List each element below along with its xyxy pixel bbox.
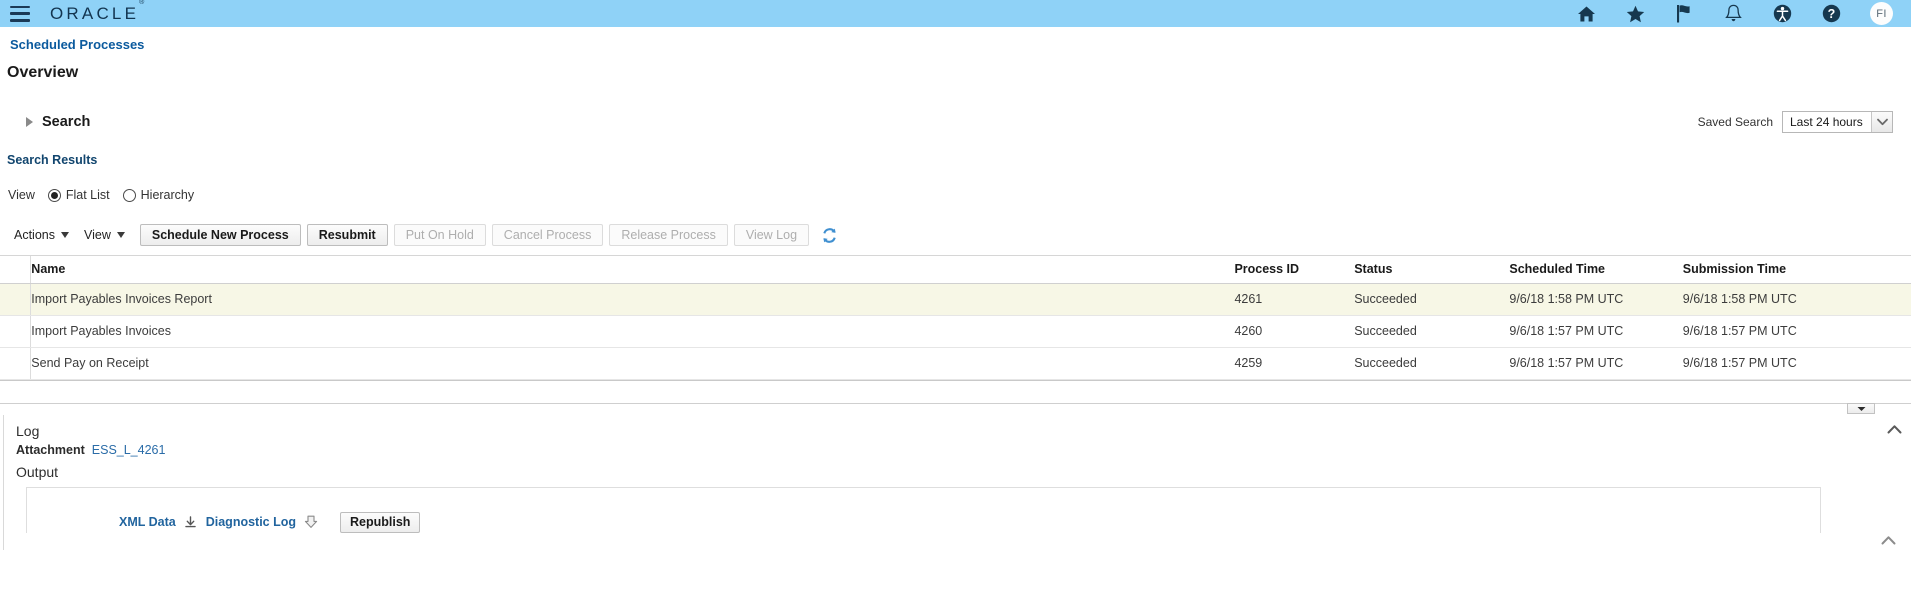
cell-scheduled-time: 9/6/18 1:57 PM UTC	[1509, 315, 1683, 348]
actions-menu[interactable]: Actions	[8, 224, 78, 246]
log-section-title: Log	[16, 423, 40, 439]
cell-name: Import Payables Invoices	[30, 315, 1235, 348]
oracle-logo-text: ORACLE	[50, 4, 140, 23]
favorites-star-icon[interactable]	[1625, 4, 1645, 24]
home-icon[interactable]	[1576, 4, 1596, 24]
view-menu[interactable]: View	[78, 224, 134, 246]
hamburger-menu-icon[interactable]	[10, 5, 30, 22]
notifications-bell-icon[interactable]	[1723, 4, 1743, 24]
help-icon[interactable]: ?	[1821, 4, 1841, 24]
search-disclosure-triangle-icon[interactable]	[26, 117, 33, 127]
global-header: ORACLE® ? FI	[0, 0, 1911, 27]
download-icon[interactable]	[304, 515, 318, 529]
scroll-up-outer-icon[interactable]	[1885, 419, 1903, 439]
saved-search-select[interactable]: Last 24 hours	[1782, 111, 1893, 133]
view-mode-group: View Flat List Hierarchy	[8, 188, 1911, 202]
search-results-table: Name Process ID Status Scheduled Time Su…	[0, 255, 1911, 381]
splitter-collapse-button[interactable]	[1847, 403, 1875, 414]
row-gutter	[0, 347, 32, 380]
view-menu-label: View	[84, 228, 111, 242]
xml-data-link[interactable]: XML Data	[119, 515, 176, 529]
radio-hierarchy-indicator[interactable]	[122, 188, 136, 202]
radio-flat-list-label: Flat List	[65, 188, 110, 202]
attachment-link[interactable]: ESS_L_4261	[92, 443, 166, 457]
release-process-button: Release Process	[609, 224, 728, 246]
chevron-down-icon	[61, 232, 69, 238]
cell-submission-time: 9/6/18 1:57 PM UTC	[1682, 347, 1911, 380]
refresh-icon[interactable]	[821, 227, 838, 244]
column-header-process-id[interactable]: Process ID	[1234, 256, 1355, 284]
radio-hierarchy[interactable]: Hierarchy	[122, 188, 195, 202]
column-header-scheduled-time[interactable]: Scheduled Time	[1509, 256, 1683, 284]
radio-hierarchy-label: Hierarchy	[140, 188, 195, 202]
avatar[interactable]: FI	[1870, 2, 1893, 25]
saved-search-label: Saved Search	[1697, 115, 1773, 129]
header-icon-group: ? FI	[1576, 2, 1897, 25]
cell-name: Import Payables Invoices Report	[30, 283, 1235, 316]
search-label[interactable]: Search	[42, 114, 90, 130]
cell-scheduled-time: 9/6/18 1:57 PM UTC	[1509, 347, 1683, 380]
attachment-label: Attachment	[16, 443, 85, 457]
cell-process-id: 4260	[1234, 315, 1355, 348]
diagnostic-log-link[interactable]: Diagnostic Log	[206, 515, 296, 529]
resubmit-button[interactable]: Resubmit	[306, 224, 388, 246]
cancel-process-button: Cancel Process	[491, 224, 604, 246]
radio-flat-list[interactable]: Flat List	[47, 188, 110, 202]
search-section-header: Search Saved Search Last 24 hours	[0, 111, 1911, 133]
output-region: XML Data Diagnostic Log Republish	[26, 487, 1821, 533]
republish-button[interactable]: Republish	[340, 511, 421, 533]
put-on-hold-button: Put On Hold	[393, 224, 486, 246]
row-gutter	[0, 315, 32, 348]
svg-text:?: ?	[1827, 7, 1835, 21]
column-header-submission-time[interactable]: Submission Time	[1682, 256, 1911, 284]
scroll-up-inner-icon[interactable]	[1879, 530, 1897, 550]
process-detail-panel: Log Attachment ESS_L_4261 Output XML Dat…	[3, 415, 1911, 550]
panel-splitter[interactable]	[0, 403, 1911, 415]
cell-name: Send Pay on Receipt	[30, 347, 1235, 380]
actions-menu-label: Actions	[14, 228, 55, 242]
cell-status[interactable]: Succeeded	[1354, 283, 1510, 316]
chevron-down-icon[interactable]	[1871, 112, 1892, 132]
saved-search-value: Last 24 hours	[1790, 115, 1863, 129]
output-section-title: Output	[16, 464, 59, 480]
cell-status[interactable]: Succeeded	[1354, 347, 1510, 380]
chevron-down-icon	[116, 232, 125, 238]
radio-flat-list-indicator[interactable]	[47, 188, 61, 202]
cell-process-id: 4259	[1234, 347, 1355, 380]
table-toolbar: Actions View Schedule New Process Resubm…	[8, 224, 1911, 246]
breadcrumb: Scheduled Processes	[0, 27, 1911, 54]
cell-submission-time: 9/6/18 1:57 PM UTC	[1682, 315, 1911, 348]
table-row[interactable]: Import Payables Invoices Report 4261 Suc…	[0, 283, 1911, 316]
cell-scheduled-time: 9/6/18 1:58 PM UTC	[1509, 283, 1683, 316]
column-gutter	[0, 256, 32, 284]
view-mode-label: View	[8, 188, 35, 202]
row-gutter	[0, 283, 32, 316]
flag-icon[interactable]	[1674, 4, 1694, 24]
page-title: Overview	[7, 64, 79, 81]
cell-process-id: 4261	[1234, 283, 1355, 316]
download-icon[interactable]	[184, 515, 198, 529]
table-header-row: Name Process ID Status Scheduled Time Su…	[0, 256, 1911, 284]
saved-search-group: Saved Search Last 24 hours	[1698, 111, 1893, 133]
table-row[interactable]: Send Pay on Receipt 4259 Succeeded 9/6/1…	[0, 347, 1911, 380]
accessibility-icon[interactable]	[1772, 4, 1792, 24]
search-results-heading: Search Results	[7, 153, 98, 167]
attachment-row: Attachment ESS_L_4261	[16, 443, 1911, 457]
table-row[interactable]: Import Payables Invoices 4260 Succeeded …	[0, 315, 1911, 348]
column-header-name[interactable]: Name	[30, 256, 1235, 284]
cell-status[interactable]: Succeeded	[1354, 315, 1510, 348]
cell-submission-time: 9/6/18 1:58 PM UTC	[1682, 283, 1911, 316]
output-actions: XML Data Diagnostic Log Republish	[119, 511, 421, 533]
schedule-new-process-button[interactable]: Schedule New Process	[139, 224, 301, 246]
view-log-button: View Log	[733, 224, 810, 246]
breadcrumb-scheduled-processes[interactable]: Scheduled Processes	[10, 37, 144, 52]
column-header-status[interactable]: Status	[1354, 256, 1510, 284]
oracle-registered-mark: ®	[139, 0, 145, 7]
oracle-logo: ORACLE®	[50, 0, 144, 23]
